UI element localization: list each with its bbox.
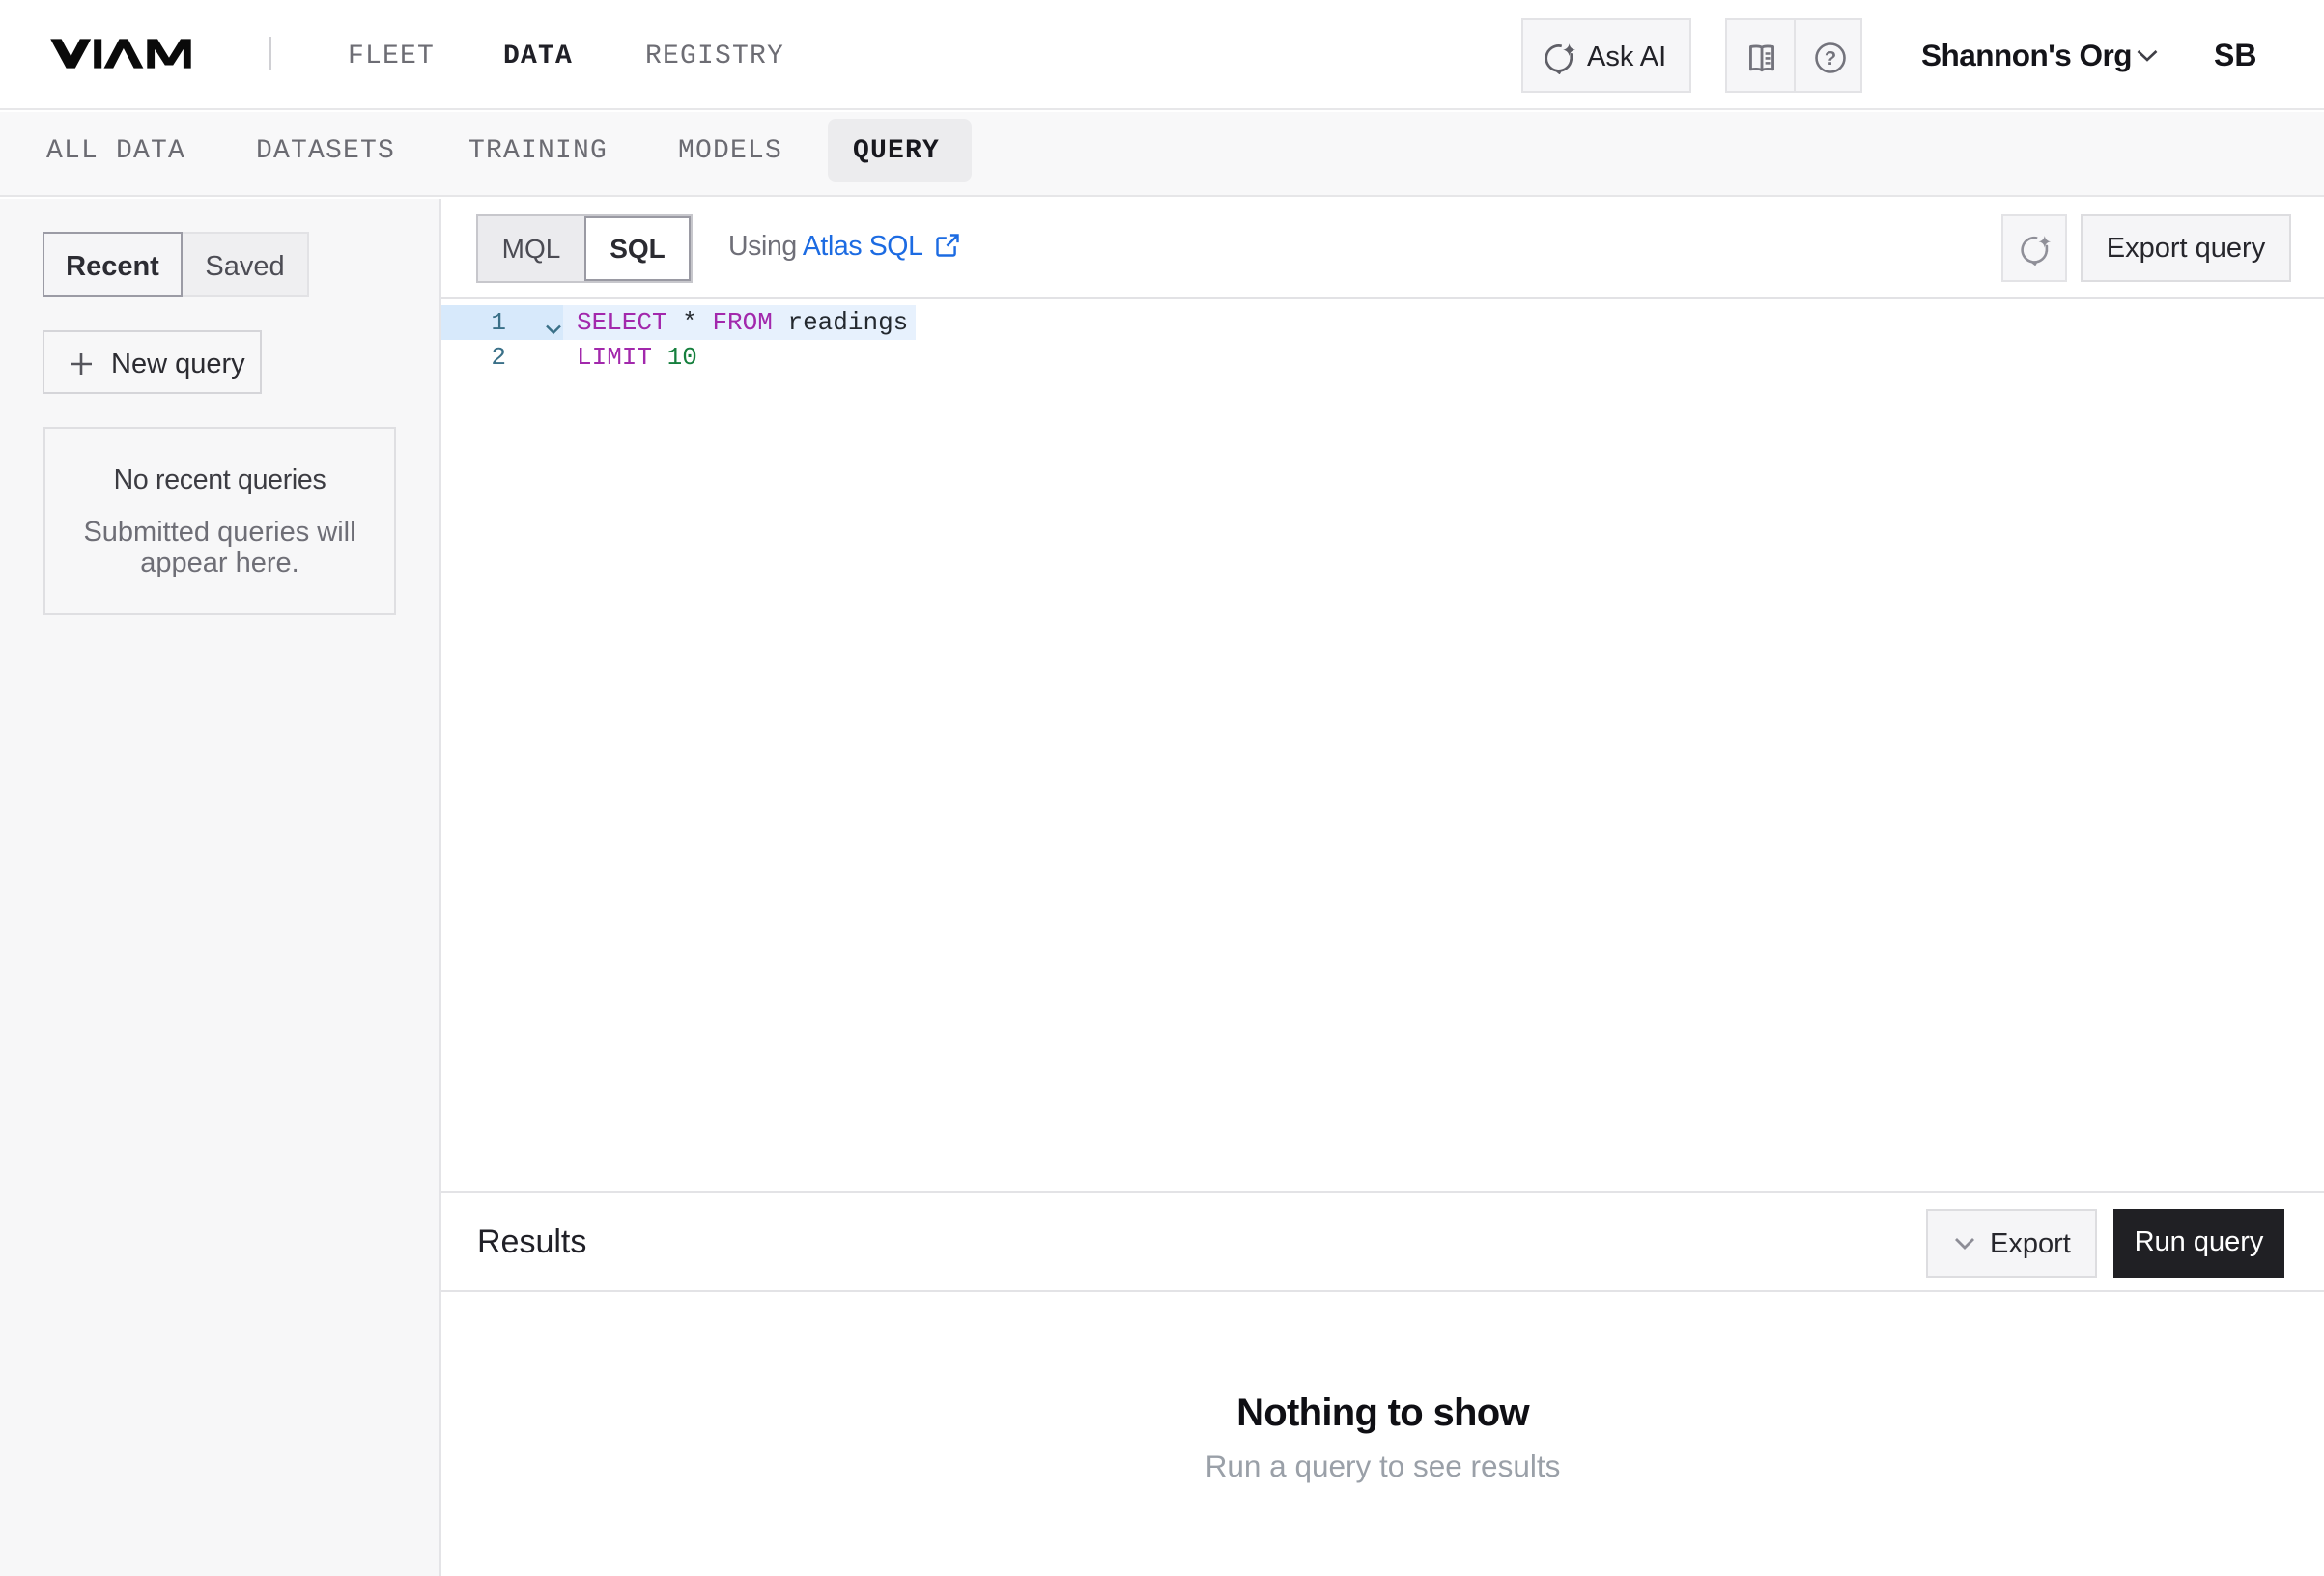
svg-text:?: ? [1825,48,1836,70]
